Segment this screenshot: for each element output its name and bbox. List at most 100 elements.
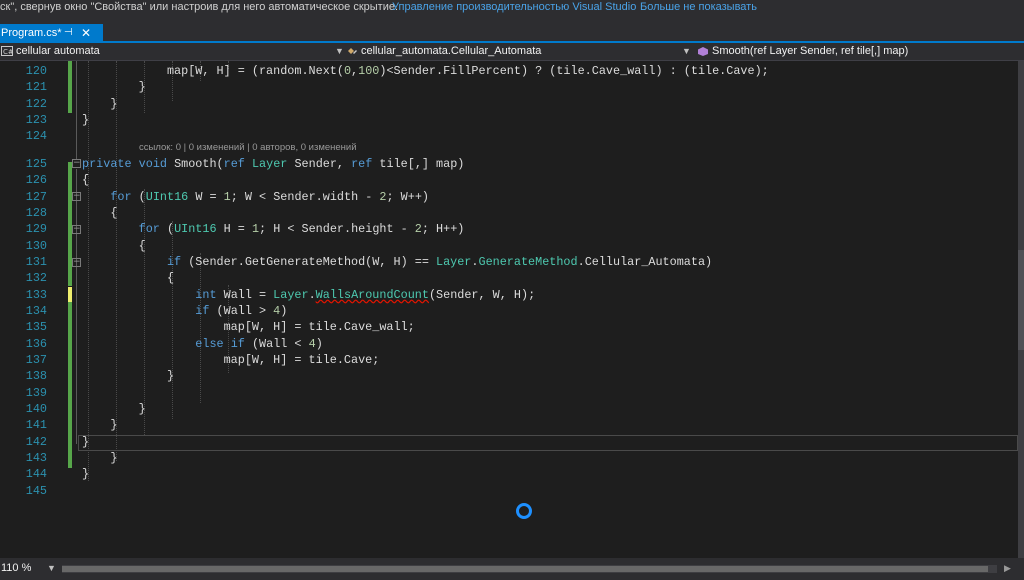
chevron-down-icon[interactable]: ▼: [682, 43, 691, 60]
project-name: cellular automata: [16, 45, 100, 57]
code-token: }: [82, 467, 90, 481]
code-text: {: [82, 172, 89, 188]
code-token: private: [82, 157, 132, 171]
code-token: UInt16: [145, 190, 189, 204]
code-line[interactable]: 123}: [0, 112, 1018, 128]
code-text: }: [82, 450, 117, 466]
code-token: }: [82, 402, 146, 416]
line-number: 132: [25, 271, 47, 285]
code-line[interactable]: 140 }: [0, 401, 1018, 417]
code-line[interactable]: 122 }: [0, 96, 1018, 112]
code-token: ; W++): [386, 190, 429, 204]
line-number: 125: [25, 157, 47, 171]
code-text: }: [82, 401, 146, 417]
class-dropdown[interactable]: cellular_automata.Cellular_Automata: [346, 43, 671, 60]
code-text: }: [82, 368, 174, 384]
line-number: 122: [25, 97, 47, 111]
code-line[interactable]: 129 for (UInt16 H = 1; H < Sender.height…: [0, 221, 1018, 237]
zoom-level[interactable]: 110 %: [1, 562, 31, 574]
dont-show-again-link[interactable]: Больше не показывать: [640, 0, 757, 15]
horizontal-scrollbar-thumb[interactable]: [62, 566, 988, 572]
code-token: else: [195, 337, 224, 351]
code-line[interactable]: 126 {: [0, 172, 1018, 188]
code-token: {: [82, 271, 175, 285]
line-number: 130: [25, 239, 47, 253]
code-token: (Wall <: [244, 337, 309, 351]
code-token: if: [166, 255, 182, 269]
code-line[interactable]: 125 private void Smooth(ref Layer Sender,…: [0, 156, 1018, 172]
manage-performance-link[interactable]: Управление производительностью Visual St…: [392, 0, 636, 15]
code-token: for: [138, 222, 160, 236]
horizontal-scrollbar[interactable]: [62, 565, 997, 573]
code-token: map[W, H] = tile.Cave;: [82, 353, 380, 367]
code-token: H =: [216, 222, 252, 236]
code-line[interactable]: 133 int Wall = Layer.WallsAroundCount(Se…: [0, 287, 1018, 303]
close-icon[interactable]: ✕: [81, 24, 91, 42]
code-line[interactable]: 130 {: [0, 238, 1018, 254]
code-line[interactable]: 144}: [0, 466, 1018, 482]
pin-icon[interactable]: ⊣: [64, 24, 73, 42]
code-token: )<Sender.FillPercent) ? (tile.Cave_wall)…: [379, 64, 769, 78]
code-text: {: [82, 205, 117, 221]
chevron-down-icon[interactable]: ▼: [47, 563, 56, 573]
code-token: for: [110, 190, 132, 204]
code-text: {: [82, 238, 146, 254]
code-token: 1: [223, 190, 231, 204]
code-line[interactable]: 127 for (UInt16 W = 1; W < Sender.width …: [0, 189, 1018, 205]
code-line[interactable]: 121 }: [0, 79, 1018, 95]
member-dropdown[interactable]: Smooth(ref Layer Sender, ref tile[,] map…: [697, 43, 1017, 60]
tab-program-cs[interactable]: Program.cs* ⊣ ✕: [0, 24, 103, 42]
line-number: 131: [25, 255, 47, 269]
code-line[interactable]: 145: [0, 483, 1018, 499]
code-token: if: [230, 337, 245, 351]
code-text: for (UInt16 H = 1; H < Sender.height - 2…: [82, 221, 465, 237]
code-line[interactable]: 138 }: [0, 368, 1018, 384]
code-token: Smooth(: [166, 157, 224, 171]
code-line[interactable]: 137 map[W, H] = tile.Cave;: [0, 352, 1018, 368]
code-text: }: [82, 417, 117, 433]
code-line[interactable]: 135 map[W, H] = tile.Cave_wall;: [0, 319, 1018, 335]
line-number: 129: [25, 222, 47, 236]
code-token: if: [195, 304, 210, 318]
code-token: UInt16: [174, 222, 217, 236]
code-line[interactable]: 120 map[W, H] = (random.Next(0,100)<Send…: [0, 63, 1018, 79]
code-line[interactable]: 131 if (Sender.GetGenerateMethod(W, H) =…: [0, 254, 1018, 270]
code-token: int: [195, 288, 217, 302]
code-line[interactable]: 143 }: [0, 450, 1018, 466]
code-line[interactable]: 134 if (Wall > 4): [0, 303, 1018, 319]
code-token: .: [308, 288, 316, 302]
navigation-bar: C# cellular automata ▼ cellular_automata.…: [0, 43, 1024, 61]
code-token: 100: [358, 64, 380, 78]
code-line[interactable]: 142}: [0, 434, 1018, 450]
code-line[interactable]: 136 else if (Wall < 4): [0, 336, 1018, 352]
code-token: ref: [223, 157, 245, 171]
editor-bottom-bar: 110 % ▼ ▶: [0, 558, 1024, 580]
scroll-right-icon[interactable]: ▶: [1004, 563, 1011, 574]
chevron-down-icon[interactable]: ▼: [335, 43, 344, 60]
line-number: 128: [25, 206, 47, 220]
code-token: ): [315, 337, 323, 351]
code-token: }: [82, 97, 118, 111]
code-token: GenerateMethod: [478, 255, 578, 269]
code-token: {: [82, 239, 146, 253]
vertical-scrollbar-thumb[interactable]: [1018, 250, 1024, 350]
code-line[interactable]: 128 {: [0, 205, 1018, 221]
code-token: }: [82, 418, 118, 432]
tab-title: Program.cs*: [1, 27, 62, 39]
code-editor[interactable]: − − − − ссылок: 0 | 0 изменений | 0 авто…: [0, 61, 1018, 558]
code-line[interactable]: 141 }: [0, 417, 1018, 433]
code-line[interactable]: 132 {: [0, 270, 1018, 286]
code-line[interactable]: 139: [0, 385, 1018, 401]
line-number: 133: [25, 288, 47, 302]
project-dropdown[interactable]: C# cellular automata: [1, 43, 331, 60]
line-number: 140: [25, 402, 47, 416]
code-token: 4: [308, 337, 316, 351]
code-line[interactable]: 124: [0, 128, 1018, 144]
code-token: W =: [188, 190, 224, 204]
code-token: ; H++): [421, 222, 465, 236]
code-text: map[W, H] = tile.Cave_wall;: [82, 319, 415, 335]
